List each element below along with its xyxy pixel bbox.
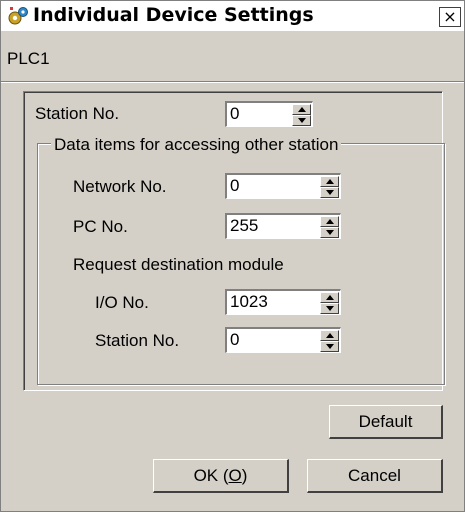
station-no-spinner[interactable]: 0 [225, 101, 313, 127]
arrow-up-icon [326, 333, 334, 338]
spin-down-button[interactable] [320, 187, 339, 198]
ok-button[interactable]: OK (O) [153, 459, 289, 493]
arrow-up-icon [326, 295, 334, 300]
module-station-no-spinner[interactable]: 0 [225, 327, 341, 353]
spin-down-button[interactable] [320, 341, 339, 352]
pc-no-spinner[interactable]: 255 [225, 213, 341, 239]
network-no-label: Network No. [73, 177, 167, 196]
arrow-down-icon [326, 344, 334, 349]
arrow-up-icon [326, 179, 334, 184]
spin-down-button[interactable] [320, 303, 339, 314]
device-label: PLC1 [7, 49, 50, 68]
cancel-button[interactable]: Cancel [307, 459, 443, 493]
pc-no-label: PC No. [73, 217, 128, 236]
spin-up-button[interactable] [320, 176, 339, 187]
arrow-down-icon [326, 190, 334, 195]
groupbox-legend: Data items for accessing other station [51, 135, 342, 155]
station-no-label: Station No. [35, 104, 120, 123]
spin-up-button[interactable] [320, 216, 339, 227]
arrow-down-icon [326, 230, 334, 235]
request-destination-label: Request destination module [73, 255, 284, 274]
io-no-value: 1023 [230, 292, 268, 311]
spin-down-button[interactable] [320, 227, 339, 238]
spin-down-button[interactable] [292, 115, 311, 126]
ok-mnemonic: O [228, 465, 242, 485]
title-bar: Individual Device Settings × [1, 1, 464, 31]
network-no-value: 0 [230, 176, 240, 195]
close-icon: × [443, 7, 457, 26]
window-title: Individual Device Settings [33, 4, 314, 26]
arrow-up-icon [298, 107, 306, 112]
spin-up-button[interactable] [320, 292, 339, 303]
settings-gear-icon [7, 6, 29, 26]
default-button[interactable]: Default [329, 405, 443, 439]
arrow-down-icon [298, 118, 306, 123]
station-no-value: 0 [230, 104, 240, 123]
close-button[interactable]: × [439, 7, 461, 27]
module-station-no-value: 0 [230, 330, 240, 349]
module-station-no-label: Station No. [95, 331, 180, 350]
divider [1, 81, 464, 83]
dialog-window: Individual Device Settings × PLC1 Statio… [0, 0, 465, 512]
arrow-up-icon [326, 219, 334, 224]
spin-up-button[interactable] [320, 330, 339, 341]
pc-no-value: 255 [230, 216, 259, 235]
spin-up-button[interactable] [292, 104, 311, 115]
network-no-spinner[interactable]: 0 [225, 173, 341, 199]
io-no-label: I/O No. [95, 293, 149, 312]
arrow-down-icon [326, 306, 334, 311]
ok-button-label: OK (O) [193, 465, 248, 485]
io-no-spinner[interactable]: 1023 [225, 289, 341, 315]
